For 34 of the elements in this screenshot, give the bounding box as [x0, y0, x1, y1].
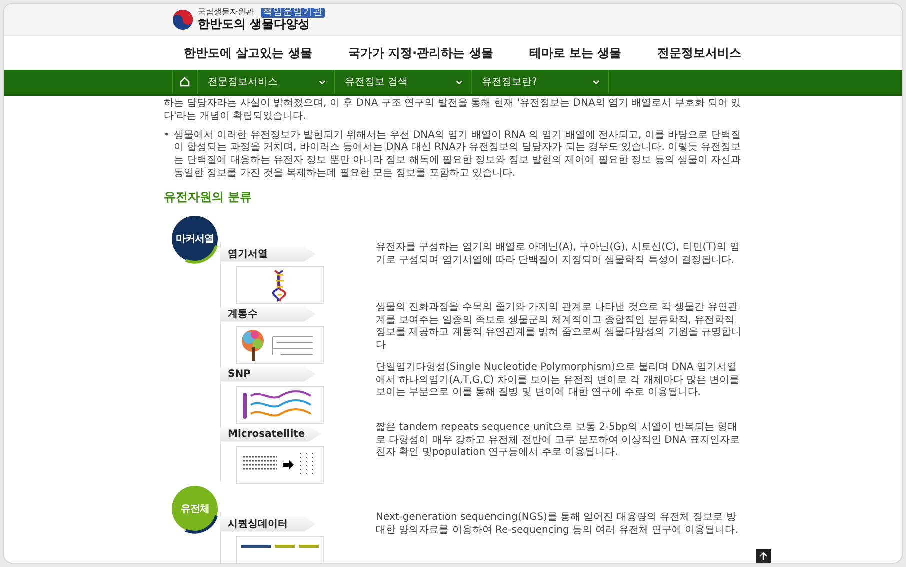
site-title[interactable]: 한반도의 생물다양성 — [198, 18, 325, 32]
category-circle: 유전체 — [172, 486, 218, 532]
breadcrumb-dropdown[interactable]: 유전정보 검색 — [335, 70, 472, 94]
back-to-top-button[interactable] — [755, 548, 772, 563]
breadcrumb-dropdown[interactable]: 유전정보란? — [472, 70, 609, 94]
item-description: 짧은 tandem repeats sequence unit으로 보통 2-5bp의 서열이 반복되는 형태로 다형성이 매우 강하고 유전체 전반에 고루 분포하여 이상적인 DNA 표지인자로 친자 확인 및population 연구등에서 주로 이용됩니다. — [376, 422, 741, 460]
emblem-logo-icon — [172, 8, 194, 30]
agency-name: 국립생물자원관 — [198, 9, 254, 18]
home-button[interactable] — [172, 70, 198, 94]
chevron-down-icon — [593, 78, 600, 86]
item-label-tag: Microsatellite — [220, 426, 322, 442]
item-label-tag: 시퀀싱데이터 — [220, 516, 316, 532]
bullet-paragraph: 생물에서 이러한 유전정보가 발현되기 위해서는 우선 DNA의 염기 배열이 RNA 의 염기 배열에 전사되고, 이를 바탕으로 단백질이 합성되는 과정을 거치며, 바이러스 등에서는 DNA 대신 RNA가 유전정보의 담당자가 되는 경우도 있습니다. 이렇듯 유전정보는 단백질에 대응하는 유전자 정보 뿐만 아니라 정보 해독에 필요한 정보와 정보 발현의 제어에 필요한 정보 등의 생물이 자신과 동일한 정보를 가진 것을 복제하는데 필요한 모든 정보를 포함하고 있습니다. — [174, 130, 742, 181]
item-description: 생물의 진화과정을 수목의 줄기와 가지의 관계로 나타낸 것으로 각 생물간 유연관계를 보여주는 일종의 족보로 생물군의 체계적이고 종합적인 분류학적, 유전학적 정보를 제공하고 계통적 유연관계를 밝혀 줌으로써 생물다양성의 기원을 규명합니다 — [376, 302, 742, 354]
item-description: 유전자를 구성하는 염기의 배열로 아데닌(A), 구아닌(G), 시토신(C), 티민(T)의 염기로 구성되며 염기서열에 따라 단백질이 지정되어 생물학적 특성이 결정됩니다. — [376, 242, 741, 268]
item-label-tag: 염기서열 — [220, 246, 316, 262]
breadcrumb-dropdown[interactable]: 전문정보서비스 — [198, 70, 335, 94]
item-description: Next-generation sequencing(NGS)를 통해 얻어진 대용량의 유전체 정보로 방대한 양의자료를 이용하여 Re-sequencing 등의 여러 유전체 연구에 이용됩니다. — [376, 512, 740, 538]
chevron-down-icon — [456, 78, 463, 86]
category-circle: 마커서열 — [172, 216, 218, 262]
section-heading: 유전자원의 분류 — [164, 188, 254, 206]
item-description: 단일염기다형성(Single Nucleotide Polymorphism)으로 불리며 DNA 염기서열에서 하나의염기(A,T,G,C) 차이를 보이는 유전적 변이로 각 개체마다 많은 변이를 보이는 부분으로 이를 통해 질병 및 변이에 대한 연구에 주로 이용됩니다. — [376, 362, 741, 400]
chevron-down-icon — [319, 78, 326, 86]
nav-menu-item[interactable]: 국가가 지정·관리하는 생물 — [348, 44, 494, 62]
arrow-up-icon — [759, 552, 768, 561]
home-icon — [180, 77, 190, 87]
item-label-tag: 계통수 — [220, 306, 316, 322]
intro-paragraph: 하는 담당자라는 사실이 밝혀졌으며, 이 후 DNA 구조 연구의 발전을 통해 현재 '유전정보는 DNA의 염기 배열로서 부호화 되어 있다'라는 개념이 확립되었습니다. — [164, 98, 742, 124]
nav-menu-item[interactable]: 전문정보서비스 — [658, 44, 742, 62]
nav-menu-item[interactable]: 한반도에 살고있는 생물 — [184, 44, 312, 62]
nav-menu-item[interactable]: 테마로 보는 생물 — [529, 44, 622, 62]
bullet-marker: • — [164, 130, 170, 143]
item-label-tag: SNP — [220, 366, 316, 382]
agency-badge: 책임운영기관 — [261, 8, 325, 18]
